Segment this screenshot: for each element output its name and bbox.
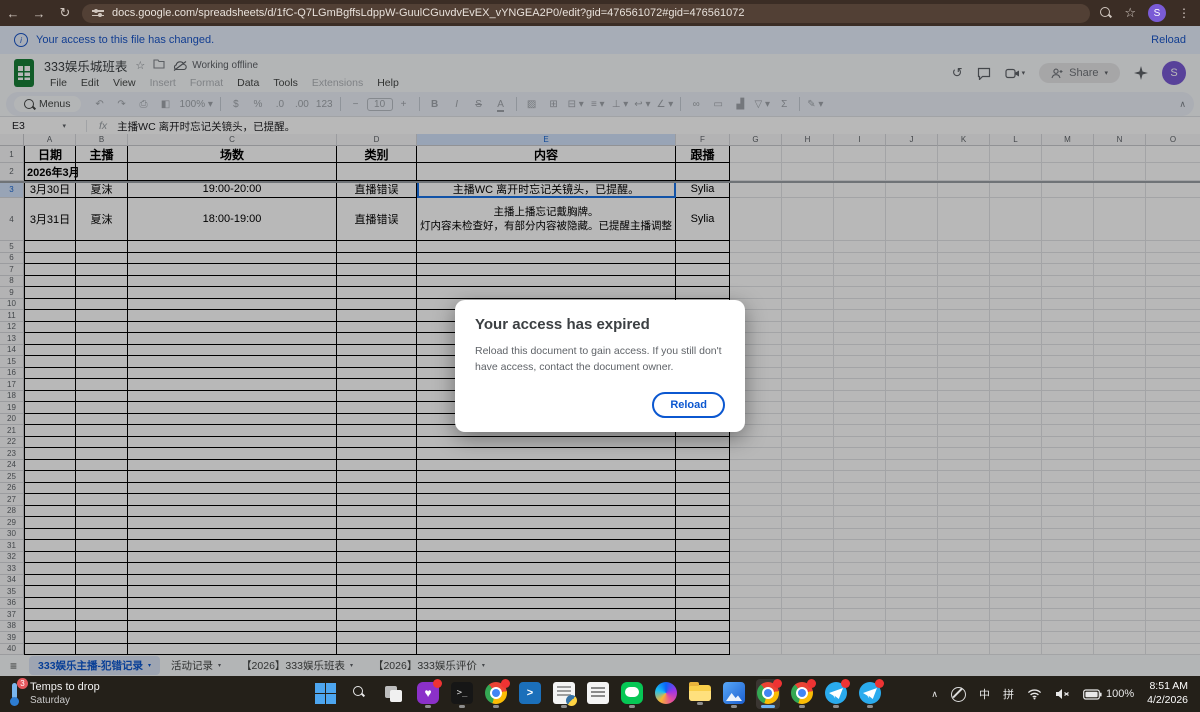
clock[interactable]: 8:51 AM 4/2/2026	[1147, 680, 1188, 707]
site-settings-icon[interactable]	[92, 10, 104, 16]
zoom-icon[interactable]	[1100, 7, 1112, 19]
taskbar-line-icon[interactable]	[620, 679, 644, 709]
ime-mode-indicator[interactable]: 中	[979, 686, 990, 702]
taskbar-search-icon[interactable]	[348, 679, 372, 709]
bookmark-star-icon[interactable]: ☆	[1124, 5, 1136, 21]
access-expired-dialog: Your access has expired Reload this docu…	[455, 300, 745, 432]
taskbar-chrome-badge-icon[interactable]	[790, 679, 814, 709]
clock-time: 8:51 AM	[1149, 680, 1188, 694]
back-icon[interactable]: ←	[0, 6, 26, 21]
taskbar-telegram-icon[interactable]	[824, 679, 848, 709]
volume-muted-icon[interactable]	[1055, 688, 1070, 700]
weather-headline: Temps to drop	[30, 681, 100, 695]
dialog-title: Your access has expired	[475, 316, 725, 333]
clock-date: 4/2/2026	[1147, 694, 1188, 708]
thermometer-icon: 3	[8, 682, 22, 706]
reload-icon[interactable]: ↻	[52, 5, 78, 21]
taskbar-telegram-2-icon[interactable]	[858, 679, 882, 709]
taskbar-file-explorer-icon[interactable]	[688, 679, 712, 709]
taskbar-task-view-icon[interactable]	[382, 679, 406, 709]
windows-taskbar: 3 Temps to drop Saturday ♥ >_ > ∧ 中 拼 100%	[0, 676, 1200, 712]
wifi-icon[interactable]	[1027, 688, 1042, 700]
weather-badge: 3	[17, 678, 28, 689]
tray-chevron-icon[interactable]: ∧	[931, 689, 938, 700]
url-text: docs.google.com/spreadsheets/d/1fC-Q7LGm…	[112, 7, 745, 19]
taskbar-chat-heart-icon[interactable]: ♥	[416, 679, 440, 709]
dialog-reload-button[interactable]: Reload	[652, 392, 725, 418]
taskbar-chrome-active-icon[interactable]	[756, 679, 780, 709]
taskbar-photos-icon[interactable]	[722, 679, 746, 709]
browser-toolbar: ← → ↻ docs.google.com/spreadsheets/d/1fC…	[0, 0, 1200, 26]
battery-indicator[interactable]: 100%	[1083, 688, 1134, 700]
system-tray: ∧ 中 拼 100% 8:51 AM 4/2/2026	[931, 680, 1188, 707]
browser-profile-avatar[interactable]: S	[1148, 4, 1166, 22]
taskbar-copilot-icon[interactable]	[654, 679, 678, 709]
taskbar-terminal-icon[interactable]: >_	[450, 679, 474, 709]
taskbar-powershell-icon[interactable]: >	[518, 679, 542, 709]
desktop-screen: ← → ↻ docs.google.com/spreadsheets/d/1fC…	[0, 0, 1200, 712]
ime-pinyin-indicator[interactable]: 拼	[1003, 686, 1014, 702]
do-not-disturb-icon[interactable]	[951, 687, 966, 702]
weather-subline: Saturday	[30, 695, 100, 708]
forward-icon[interactable]: →	[26, 6, 52, 21]
dialog-body: Reload this document to gain access. If …	[475, 343, 725, 376]
taskbar-start-icon[interactable]	[314, 679, 338, 709]
browser-menu-icon[interactable]: ⋮	[1178, 6, 1190, 20]
taskbar-icons: ♥ >_ >	[314, 679, 882, 709]
taskbar-notepad-icon[interactable]	[586, 679, 610, 709]
weather-widget[interactable]: 3 Temps to drop Saturday	[8, 681, 178, 707]
address-bar[interactable]: docs.google.com/spreadsheets/d/1fC-Q7LGm…	[82, 4, 1090, 23]
taskbar-python-file-icon[interactable]	[552, 679, 576, 709]
taskbar-chrome-profile-icon[interactable]	[484, 679, 508, 709]
